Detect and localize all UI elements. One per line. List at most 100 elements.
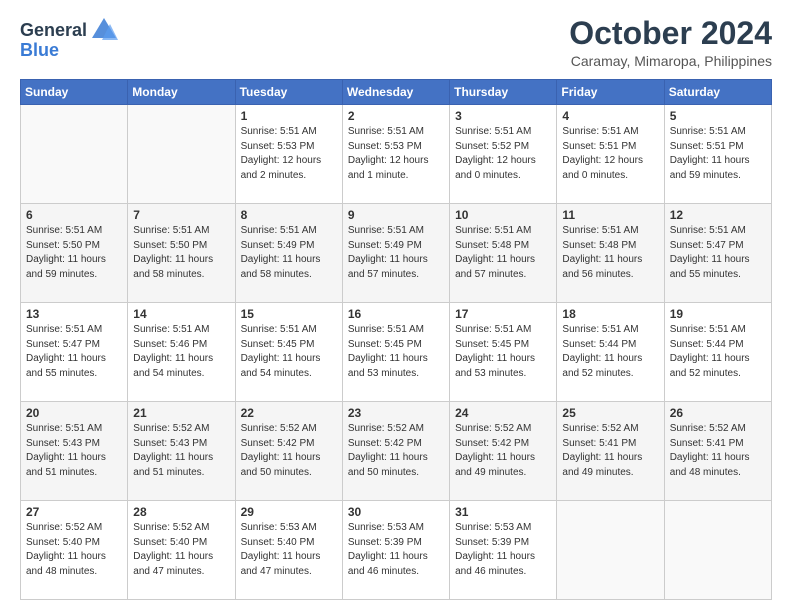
calendar-cell: 20 Sunrise: 5:51 AM Sunset: 5:43 PM Dayli… [21, 402, 128, 501]
day-info: Sunrise: 5:51 AM Sunset: 5:53 PM Dayligh… [241, 125, 337, 183]
calendar-cell: 28Sunrise: 5:52 AM Sunset: 5:40 PM Dayli… [128, 501, 235, 600]
calendar-cell: 13 Sunrise: 5:51 AM Sunset: 5:47 PM Dayli… [21, 303, 128, 402]
logo-blue: Blue [20, 40, 59, 61]
calendar-cell: 24 Sunrise: 5:52 AM Sunset: 5:42 PM Dayli… [450, 402, 557, 501]
day-info: Sunrise: 5:51 AM Sunset: 5:53 PM Dayligh… [348, 125, 444, 183]
week-row-3: 20 Sunrise: 5:51 AM Sunset: 5:43 PM Dayli… [21, 402, 772, 501]
day-info: Sunrise: 5:51 AM Sunset: 5:48 PM Dayligh… [455, 224, 551, 282]
calendar-cell [21, 105, 128, 204]
day-number: 5 [670, 109, 766, 123]
calendar-cell: 12Sunrise: 5:51 AM Sunset: 5:47 PM Dayli… [664, 204, 771, 303]
calendar-cell: 7Sunrise: 5:51 AM Sunset: 5:50 PM Daylig… [128, 204, 235, 303]
day-number: 14 [133, 307, 229, 321]
day-info: Sunrise: 5:51 AM Sunset: 5:45 PM Dayligh… [348, 323, 444, 381]
weekday-saturday: Saturday [664, 80, 771, 105]
calendar-cell: 1 Sunrise: 5:51 AM Sunset: 5:53 PM Daylig… [235, 105, 342, 204]
calendar-cell: 22Sunrise: 5:52 AM Sunset: 5:42 PM Dayli… [235, 402, 342, 501]
calendar-cell: 26Sunrise: 5:52 AM Sunset: 5:41 PM Dayli… [664, 402, 771, 501]
day-info: Sunrise: 5:51 AM Sunset: 5:50 PM Dayligh… [133, 224, 229, 282]
day-info: Sunrise: 5:53 AM Sunset: 5:40 PM Dayligh… [241, 521, 337, 579]
day-info: Sunrise: 5:51 AM Sunset: 5:44 PM Dayligh… [670, 323, 766, 381]
day-info: Sunrise: 5:51 AM Sunset: 5:52 PM Dayligh… [455, 125, 551, 183]
day-number: 30 [348, 505, 444, 519]
week-row-2: 13 Sunrise: 5:51 AM Sunset: 5:47 PM Dayli… [21, 303, 772, 402]
day-info: Sunrise: 5:51 AM Sunset: 5:44 PM Dayligh… [562, 323, 658, 381]
day-info: Sunrise: 5:52 AM Sunset: 5:41 PM Dayligh… [670, 422, 766, 480]
weekday-header-row: SundayMondayTuesdayWednesdayThursdayFrid… [21, 80, 772, 105]
day-info: Sunrise: 5:51 AM Sunset: 5:49 PM Dayligh… [348, 224, 444, 282]
day-number: 15 [241, 307, 337, 321]
weekday-tuesday: Tuesday [235, 80, 342, 105]
calendar-cell [664, 501, 771, 600]
calendar-cell: 15 Sunrise: 5:51 AM Sunset: 5:45 PM Dayli… [235, 303, 342, 402]
day-info: Sunrise: 5:53 AM Sunset: 5:39 PM Dayligh… [348, 521, 444, 579]
day-number: 24 [455, 406, 551, 420]
weekday-wednesday: Wednesday [342, 80, 449, 105]
calendar-cell: 8 Sunrise: 5:51 AM Sunset: 5:49 PM Daylig… [235, 204, 342, 303]
calendar-cell: 23Sunrise: 5:52 AM Sunset: 5:42 PM Dayli… [342, 402, 449, 501]
calendar-cell: 11Sunrise: 5:51 AM Sunset: 5:48 PM Dayli… [557, 204, 664, 303]
day-number: 1 [241, 109, 337, 123]
logo-icon [90, 16, 118, 44]
day-info: Sunrise: 5:51 AM Sunset: 5:47 PM Dayligh… [26, 323, 122, 381]
day-number: 21 [133, 406, 229, 420]
day-info: Sunrise: 5:52 AM Sunset: 5:42 PM Dayligh… [348, 422, 444, 480]
calendar-cell: 16 Sunrise: 5:51 AM Sunset: 5:45 PM Dayli… [342, 303, 449, 402]
day-info: Sunrise: 5:51 AM Sunset: 5:50 PM Dayligh… [26, 224, 122, 282]
month-title: October 2024 [569, 16, 772, 51]
day-info: Sunrise: 5:51 AM Sunset: 5:46 PM Dayligh… [133, 323, 229, 381]
calendar-cell: 2 Sunrise: 5:51 AM Sunset: 5:53 PM Daylig… [342, 105, 449, 204]
day-info: Sunrise: 5:53 AM Sunset: 5:39 PM Dayligh… [455, 521, 551, 579]
day-number: 18 [562, 307, 658, 321]
day-info: Sunrise: 5:51 AM Sunset: 5:43 PM Dayligh… [26, 422, 122, 480]
weekday-friday: Friday [557, 80, 664, 105]
day-info: Sunrise: 5:52 AM Sunset: 5:40 PM Dayligh… [26, 521, 122, 579]
header: General Blue October 2024 Caramay, Mimar… [20, 16, 772, 69]
week-row-0: 1 Sunrise: 5:51 AM Sunset: 5:53 PM Daylig… [21, 105, 772, 204]
day-info: Sunrise: 5:52 AM Sunset: 5:42 PM Dayligh… [455, 422, 551, 480]
weekday-monday: Monday [128, 80, 235, 105]
day-number: 9 [348, 208, 444, 222]
day-number: 28 [133, 505, 229, 519]
calendar-cell: 25 Sunrise: 5:52 AM Sunset: 5:41 PM Dayli… [557, 402, 664, 501]
day-number: 2 [348, 109, 444, 123]
day-info: Sunrise: 5:51 AM Sunset: 5:49 PM Dayligh… [241, 224, 337, 282]
calendar-cell: 3 Sunrise: 5:51 AM Sunset: 5:52 PM Daylig… [450, 105, 557, 204]
day-number: 20 [26, 406, 122, 420]
day-number: 16 [348, 307, 444, 321]
day-number: 31 [455, 505, 551, 519]
calendar-cell: 6Sunrise: 5:51 AM Sunset: 5:50 PM Daylig… [21, 204, 128, 303]
day-number: 8 [241, 208, 337, 222]
weekday-sunday: Sunday [21, 80, 128, 105]
calendar-cell: 14 Sunrise: 5:51 AM Sunset: 5:46 PM Dayli… [128, 303, 235, 402]
calendar-cell: 9 Sunrise: 5:51 AM Sunset: 5:49 PM Daylig… [342, 204, 449, 303]
day-number: 22 [241, 406, 337, 420]
day-number: 4 [562, 109, 658, 123]
calendar-cell: 21 Sunrise: 5:52 AM Sunset: 5:43 PM Dayli… [128, 402, 235, 501]
day-info: Sunrise: 5:51 AM Sunset: 5:51 PM Dayligh… [670, 125, 766, 183]
day-info: Sunrise: 5:51 AM Sunset: 5:45 PM Dayligh… [241, 323, 337, 381]
day-number: 29 [241, 505, 337, 519]
week-row-1: 6Sunrise: 5:51 AM Sunset: 5:50 PM Daylig… [21, 204, 772, 303]
calendar-cell: 4 Sunrise: 5:51 AM Sunset: 5:51 PM Daylig… [557, 105, 664, 204]
calendar-cell [557, 501, 664, 600]
calendar-cell: 30 Sunrise: 5:53 AM Sunset: 5:39 PM Dayli… [342, 501, 449, 600]
day-info: Sunrise: 5:51 AM Sunset: 5:51 PM Dayligh… [562, 125, 658, 183]
calendar-cell: 31 Sunrise: 5:53 AM Sunset: 5:39 PM Dayli… [450, 501, 557, 600]
title-section: October 2024 Caramay, Mimaropa, Philippi… [569, 16, 772, 69]
day-info: Sunrise: 5:51 AM Sunset: 5:47 PM Dayligh… [670, 224, 766, 282]
day-number: 13 [26, 307, 122, 321]
calendar-cell: 29 Sunrise: 5:53 AM Sunset: 5:40 PM Dayli… [235, 501, 342, 600]
calendar-cell: 10Sunrise: 5:51 AM Sunset: 5:48 PM Dayli… [450, 204, 557, 303]
day-info: Sunrise: 5:52 AM Sunset: 5:43 PM Dayligh… [133, 422, 229, 480]
calendar-table: SundayMondayTuesdayWednesdayThursdayFrid… [20, 79, 772, 600]
day-info: Sunrise: 5:51 AM Sunset: 5:45 PM Dayligh… [455, 323, 551, 381]
day-number: 25 [562, 406, 658, 420]
calendar-cell: 27 Sunrise: 5:52 AM Sunset: 5:40 PM Dayli… [21, 501, 128, 600]
logo: General Blue [20, 16, 118, 61]
day-number: 27 [26, 505, 122, 519]
location-subtitle: Caramay, Mimaropa, Philippines [569, 53, 772, 69]
day-info: Sunrise: 5:52 AM Sunset: 5:41 PM Dayligh… [562, 422, 658, 480]
calendar-cell: 18 Sunrise: 5:51 AM Sunset: 5:44 PM Dayli… [557, 303, 664, 402]
day-number: 3 [455, 109, 551, 123]
